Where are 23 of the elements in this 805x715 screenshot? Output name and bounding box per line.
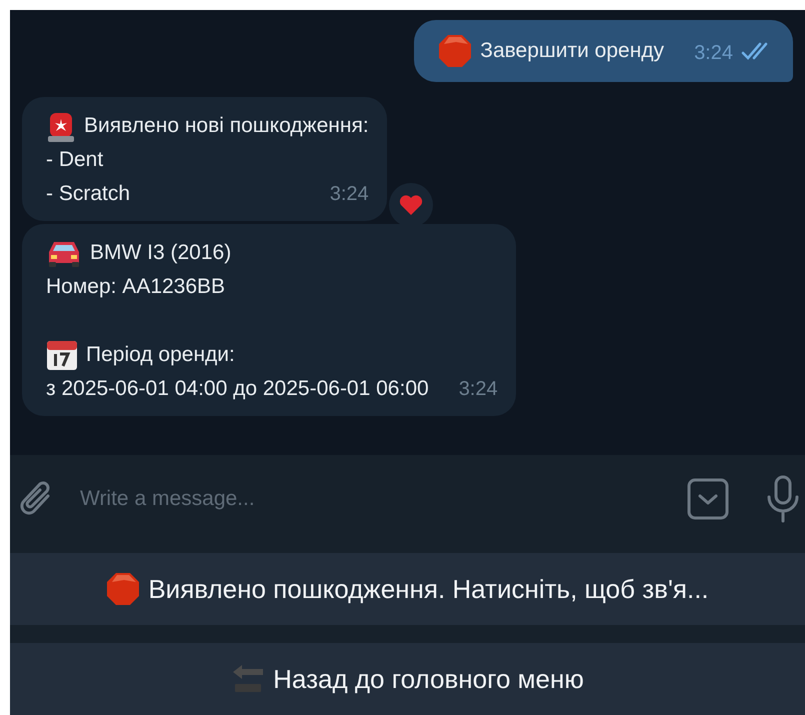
message-time: 3:24 — [458, 377, 498, 402]
message-text: Завершити оренду — [480, 38, 664, 64]
message-text: Номер: AA1236BB — [46, 274, 226, 300]
message-time: 3:24 — [328, 182, 369, 207]
message-text: - Dent — [46, 147, 104, 173]
keyboard-button[interactable]: Назад до головного меню — [10, 643, 805, 715]
message-time: 3:24 — [693, 41, 733, 66]
message-text: Виявлено нові пошкодження: — [84, 113, 369, 139]
keyboard-button[interactable]: Виявлено пошкодження. Натисніть, щоб зв'я... — [10, 553, 805, 625]
message-text: Період оренди: — [86, 342, 235, 368]
stop-sign-icon — [438, 34, 472, 68]
message-text: з 2025-06-01 04:00 до 2025-06-01 06:00 — [46, 376, 429, 402]
message-text: - Scratch — [46, 181, 130, 207]
emoji-keyboard-icon[interactable] — [687, 478, 729, 520]
heart-reaction[interactable] — [388, 183, 433, 227]
back-arrow-icon — [231, 664, 266, 694]
calendar-icon — [46, 339, 78, 371]
heart-icon — [398, 194, 423, 216]
microphone-icon[interactable] — [765, 475, 801, 523]
message-text: BMW I3 (2016) — [90, 240, 232, 266]
message-composer[interactable]: Write a message... — [10, 455, 805, 543]
message-field[interactable]: Write a message... — [80, 475, 671, 523]
stop-sign-icon — [106, 572, 140, 606]
